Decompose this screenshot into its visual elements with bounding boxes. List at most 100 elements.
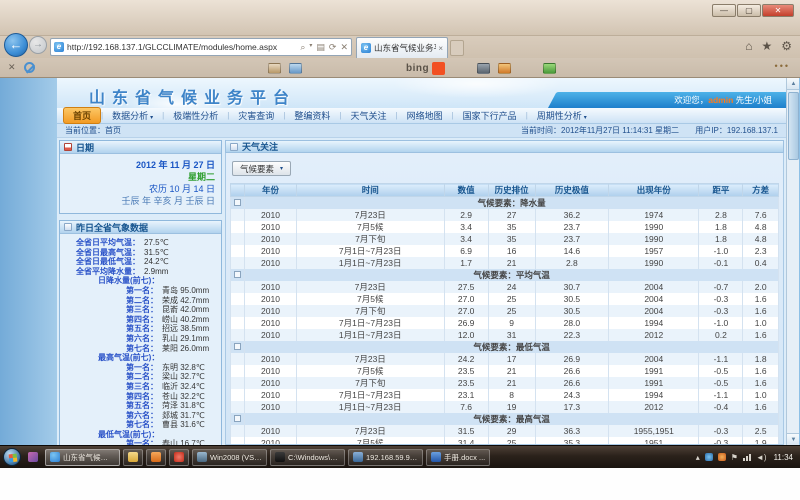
nav-item-6[interactable]: 天气关注 xyxy=(341,108,395,123)
cell: 1991 xyxy=(609,377,699,389)
sharing-tool-icon[interactable] xyxy=(543,63,556,74)
nav-item-2[interactable]: 数据分析▾ xyxy=(103,108,162,123)
cell xyxy=(231,245,245,257)
section-expander-cell xyxy=(231,413,245,425)
tab-close-icon[interactable]: × xyxy=(438,44,443,53)
address-bar[interactable]: e http://192.168.137.1/GLCCLIMATE/module… xyxy=(50,38,352,56)
blocked-content-icon[interactable] xyxy=(24,62,35,73)
url-text[interactable]: http://192.168.137.1/GLCCLIMATE/modules/… xyxy=(67,42,300,52)
dropdown-arrow-icon[interactable]: ▾ xyxy=(309,42,312,53)
sidebar: 日期 2012 年 11 月 27 日 星期二 农历 10 月 14 日 壬辰 … xyxy=(59,140,222,445)
section-title: 气候要素：最高气温 xyxy=(245,413,779,425)
cell: -1.1 xyxy=(699,353,743,365)
rank-value: 梁山 32.7℃ xyxy=(162,372,205,382)
weather-data-list: 全省日平均气温：27.5℃全省日最高气温：31.5℃全省日最低气温：24.2℃全… xyxy=(60,234,221,445)
weather-stat-row: 全省日平均气温：27.5℃ xyxy=(62,238,219,248)
cell xyxy=(231,437,245,445)
show-hidden-icons[interactable]: ▴ xyxy=(696,453,700,462)
cell: 2010 xyxy=(245,245,297,257)
nav-item-5[interactable]: 整编资料 xyxy=(285,108,339,123)
bing-toolbar[interactable]: bing xyxy=(406,62,445,75)
nav-item-7[interactable]: 网络地图 xyxy=(398,108,452,123)
nav-item-3[interactable]: 极端性分析 xyxy=(164,108,227,123)
start-button[interactable] xyxy=(3,448,21,466)
taskbar-window-1[interactable]: 山东省气候业务平... xyxy=(45,449,120,466)
photos-icon[interactable] xyxy=(289,63,302,74)
taskbar-window-5[interactable]: Win2008 (VS2... xyxy=(192,449,267,466)
favorites-star-icon[interactable]: ★ xyxy=(761,39,772,53)
mail-icon[interactable] xyxy=(268,63,281,74)
tray-flame-icon[interactable] xyxy=(718,453,726,461)
cell: 1990 xyxy=(609,233,699,245)
settings-gear-icon[interactable]: ⚙ xyxy=(781,39,792,53)
collapse-toggle-icon[interactable] xyxy=(234,415,241,422)
forward-button[interactable]: → xyxy=(29,36,47,54)
column-header: 距平 xyxy=(699,184,743,197)
cell: 7月5候 xyxy=(296,365,444,377)
taskbar-window-7[interactable]: 192.168.59.99... xyxy=(348,449,423,466)
vertical-scrollbar[interactable]: ▲ ▼ xyxy=(786,78,799,445)
search-icon[interactable]: ⌕ xyxy=(300,42,305,53)
ganzhi-date: 壬辰 年 辛亥 月 壬辰 日 xyxy=(60,195,215,207)
window-close-button[interactable]: ✕ xyxy=(762,4,794,17)
new-tab-button[interactable] xyxy=(450,40,464,56)
browser-tab[interactable]: e 山东省气候业务平... × xyxy=(356,37,448,58)
cell: 1.9 xyxy=(743,437,779,445)
cell: -0.4 xyxy=(699,401,743,413)
stop-icon[interactable]: ✕ xyxy=(340,42,348,53)
collapse-toggle-icon[interactable] xyxy=(234,271,241,278)
nav-item-4[interactable]: 灾害查询 xyxy=(229,108,283,123)
taskbar-window-4[interactable] xyxy=(169,449,189,466)
quick-launch-icon[interactable] xyxy=(24,449,42,466)
toolbar-overflow-icon[interactable]: ••• xyxy=(775,61,790,71)
nav-item-1[interactable]: 首页 xyxy=(63,107,101,124)
window-maximize-button[interactable]: ▢ xyxy=(737,4,761,17)
back-button[interactable]: ← xyxy=(4,33,28,57)
volume-icon[interactable]: ◄) xyxy=(756,453,767,462)
close-toolbar-icon[interactable]: ✕ xyxy=(8,62,16,73)
cell: 30.5 xyxy=(535,293,608,305)
cell: 21 xyxy=(488,257,535,269)
collapse-toggle-icon[interactable] xyxy=(234,199,241,206)
taskbar-window-2[interactable] xyxy=(123,449,143,466)
refresh-icon[interactable]: ⟳ xyxy=(329,42,337,53)
climate-element-filter-button[interactable]: 气候要素▾ xyxy=(232,161,291,176)
cell: 22.3 xyxy=(535,329,608,341)
taskbar-clock[interactable]: 11:34 xyxy=(774,453,793,462)
cell: 2010 xyxy=(245,317,297,329)
browser-titlebar: — ▢ ✕ xyxy=(0,0,800,36)
site-favicon-icon: e xyxy=(54,42,64,52)
taskbar-window-3[interactable] xyxy=(146,449,166,466)
cell: 7月5候 xyxy=(296,221,444,233)
action-center-flag-icon[interactable]: ⚑ xyxy=(731,453,738,462)
scrollbar-thumb[interactable] xyxy=(788,92,799,160)
cell: 2.3 xyxy=(743,245,779,257)
collapse-toggle-icon[interactable] xyxy=(234,343,241,350)
home-icon[interactable]: ⌂ xyxy=(745,39,752,53)
tray-app-icon[interactable] xyxy=(705,453,713,461)
compatibility-view-icon[interactable]: ▤ xyxy=(316,42,325,53)
nav-item-9[interactable]: 周期性分析▾ xyxy=(528,108,596,123)
column-header: 年份 xyxy=(245,184,297,197)
page-header: 山东省气候业务平台 欢迎您，admin 先生/小姐 xyxy=(57,78,786,108)
window-minimize-button[interactable]: — xyxy=(712,4,736,17)
cell xyxy=(231,257,245,269)
messenger-tool-icon[interactable] xyxy=(498,63,511,74)
network-icon[interactable] xyxy=(743,453,751,461)
nav-item-8[interactable]: 国家下行产品 xyxy=(454,108,526,123)
cell: 2010 xyxy=(245,305,297,317)
calendar-panel-title: 日期 xyxy=(76,141,94,154)
app-red-icon xyxy=(174,452,184,462)
cell: 2010 xyxy=(245,389,297,401)
taskbar-window-8[interactable]: 手册.docx ... xyxy=(426,449,490,466)
stat-label: 全省日平均气温： xyxy=(62,238,140,248)
cell: 1.0 xyxy=(743,389,779,401)
taskbar-window-6[interactable]: C:\Windows\sy... xyxy=(270,449,345,466)
column-header: 出现年份 xyxy=(609,184,699,197)
bing-app-icon[interactable] xyxy=(432,62,445,75)
camera-tool-icon[interactable] xyxy=(477,63,490,74)
cell: 1月1日~7月23日 xyxy=(296,329,444,341)
rank-value: 曹县 31.6℃ xyxy=(162,420,205,430)
cell: -1.0 xyxy=(699,317,743,329)
current-time: 当前时间：2012年11月27日 11:14:31 星期二 xyxy=(521,126,679,135)
